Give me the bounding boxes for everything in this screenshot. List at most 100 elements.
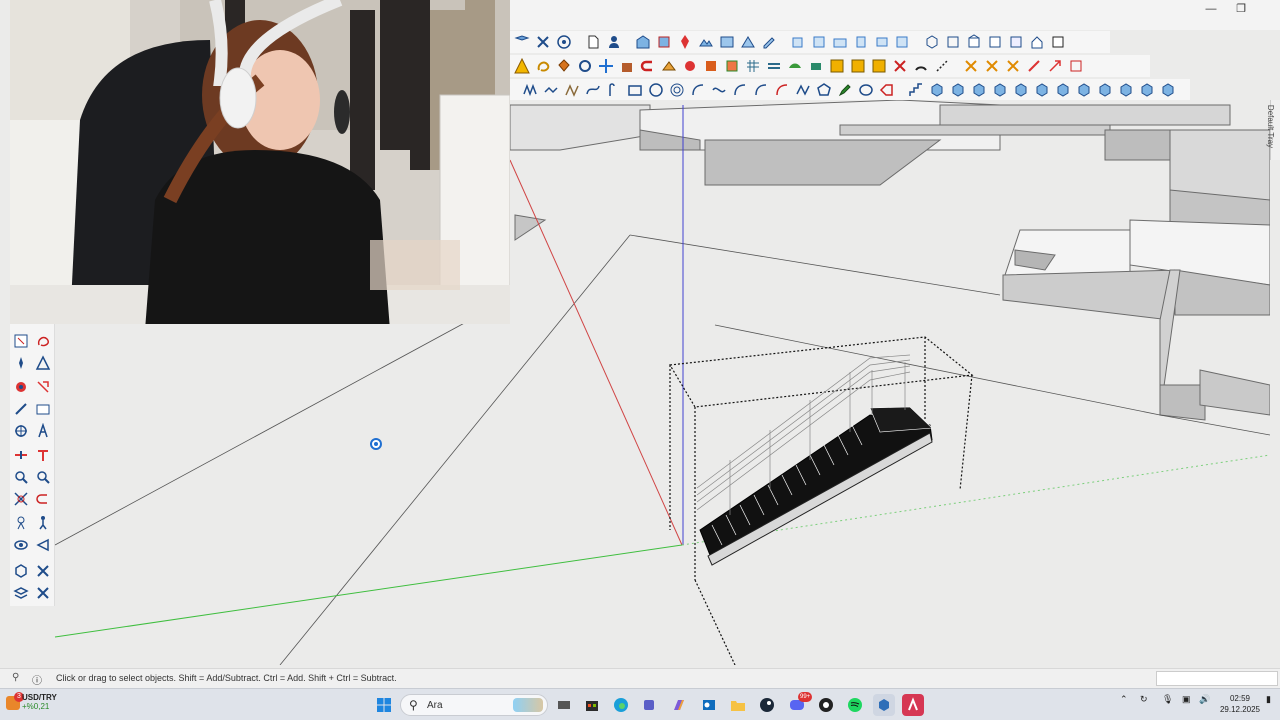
cube-9-icon[interactable] xyxy=(1095,81,1114,100)
hidden-line-icon[interactable] xyxy=(964,33,983,52)
show-hidden-icons[interactable]: ⌃ xyxy=(1120,694,1128,705)
paint-icon[interactable] xyxy=(12,378,30,396)
match-photo-icon[interactable] xyxy=(738,33,757,52)
eraser-icon[interactable] xyxy=(12,354,30,372)
explode-icon[interactable] xyxy=(890,57,909,76)
trim-icon[interactable] xyxy=(1045,57,1064,76)
arc-icon[interactable] xyxy=(688,81,707,100)
outlook-icon[interactable] xyxy=(698,694,720,716)
sandbox-smoove-icon[interactable] xyxy=(785,57,804,76)
pencil-icon[interactable] xyxy=(835,81,854,100)
scale-icon[interactable] xyxy=(701,57,720,76)
components-icon[interactable] xyxy=(12,562,30,580)
back-view-icon[interactable] xyxy=(872,33,891,52)
volume-icon[interactable]: 🔊 xyxy=(1199,694,1210,705)
extension-icon[interactable] xyxy=(654,33,673,52)
polygon-icon[interactable] xyxy=(814,81,833,100)
polyline-icon[interactable] xyxy=(562,81,581,100)
steam-icon[interactable] xyxy=(756,694,778,716)
copilot-icon[interactable] xyxy=(668,694,690,716)
cube-5-icon[interactable] xyxy=(1011,81,1030,100)
divide-icon[interactable] xyxy=(932,57,951,76)
select-tool-icon[interactable] xyxy=(12,332,30,350)
house-icon[interactable] xyxy=(1027,33,1046,52)
walk-icon[interactable] xyxy=(34,514,52,532)
position-camera-icon[interactable] xyxy=(12,514,30,532)
right-view-icon[interactable] xyxy=(851,33,870,52)
cube-4-icon[interactable] xyxy=(990,81,1009,100)
user-icon[interactable] xyxy=(604,33,623,52)
zigzag-icon[interactable] xyxy=(541,81,560,100)
text-tool-icon[interactable] xyxy=(34,422,52,440)
intersect-icon[interactable] xyxy=(982,57,1001,76)
section-tool-icon[interactable] xyxy=(34,536,52,554)
zoom-window-icon[interactable] xyxy=(34,468,52,486)
protractor-icon[interactable] xyxy=(12,422,30,440)
rectangle-tool-icon[interactable] xyxy=(625,81,644,100)
curve-icon[interactable] xyxy=(709,81,728,100)
spiral-icon[interactable] xyxy=(667,81,686,100)
photo-texture-icon[interactable] xyxy=(717,33,736,52)
edit-photo-icon[interactable] xyxy=(759,33,778,52)
weld-icon[interactable] xyxy=(961,57,980,76)
geo-location-icon[interactable]: ⚲ xyxy=(12,672,24,684)
sandbox-contours-icon[interactable] xyxy=(764,57,783,76)
notifications-icon[interactable]: ▮ xyxy=(1266,694,1271,705)
warehouse-icon[interactable] xyxy=(633,33,652,52)
teams-icon[interactable] xyxy=(639,694,661,716)
tape-measure-icon[interactable] xyxy=(12,400,30,418)
rotate-icon[interactable] xyxy=(680,57,699,76)
xray-icon[interactable] xyxy=(922,33,941,52)
cube-11-icon[interactable] xyxy=(1137,81,1156,100)
push-pull-icon[interactable] xyxy=(617,57,636,76)
cube-6-icon[interactable] xyxy=(1032,81,1051,100)
store-icon[interactable] xyxy=(581,694,603,716)
zoom-extents-icon[interactable] xyxy=(12,490,30,508)
lasso-select-icon[interactable] xyxy=(34,332,52,350)
left-view-icon[interactable] xyxy=(893,33,912,52)
pie-icon[interactable] xyxy=(772,81,791,100)
split-icon[interactable] xyxy=(1003,57,1022,76)
sandbox-grid-icon[interactable] xyxy=(743,57,762,76)
ellipse-icon[interactable] xyxy=(856,81,875,100)
arc-2pt-icon[interactable] xyxy=(730,81,749,100)
warning-triangle-icon[interactable] xyxy=(34,354,52,372)
task-view-icon[interactable] xyxy=(553,694,575,716)
monochrome-icon[interactable] xyxy=(1048,33,1067,52)
spotify-icon[interactable] xyxy=(844,694,866,716)
iso-view-icon[interactable] xyxy=(788,33,807,52)
windows-start-icon[interactable] xyxy=(373,694,395,716)
front-view-icon[interactable] xyxy=(830,33,849,52)
adobe-app-icon[interactable] xyxy=(902,694,924,716)
file-explorer-icon[interactable] xyxy=(727,694,749,716)
wireframe-icon[interactable] xyxy=(943,33,962,52)
network-icon[interactable]: ▣ xyxy=(1182,694,1191,705)
obs-icon[interactable] xyxy=(815,694,837,716)
restore-icon[interactable]: ❐ xyxy=(1226,2,1256,16)
cube-1-icon[interactable] xyxy=(927,81,946,100)
cube-3-icon[interactable] xyxy=(969,81,988,100)
solid-tools-icon[interactable] xyxy=(722,57,741,76)
axes-tool-icon[interactable] xyxy=(12,446,30,464)
spline-icon[interactable] xyxy=(604,81,623,100)
shaded-textures-icon[interactable] xyxy=(1006,33,1025,52)
dimension-icon[interactable] xyxy=(34,400,52,418)
move-icon[interactable] xyxy=(596,57,615,76)
line-tool-icon[interactable] xyxy=(793,81,812,100)
sketchup-taskbar-icon[interactable] xyxy=(873,694,895,716)
add-location-icon[interactable] xyxy=(675,33,694,52)
sandbox-drape-icon[interactable] xyxy=(827,57,846,76)
freehand-icon[interactable] xyxy=(520,81,539,100)
follow-me-icon[interactable] xyxy=(638,57,657,76)
sandbox-detail-icon[interactable] xyxy=(848,57,867,76)
taskbar-clock[interactable]: 02:59 29.12.2025 xyxy=(1216,693,1264,715)
extend-icon[interactable] xyxy=(1024,57,1043,76)
toggle-terrain-icon[interactable] xyxy=(696,33,715,52)
offset-icon[interactable] xyxy=(659,57,678,76)
minimize-icon[interactable]: — xyxy=(1196,2,1226,16)
layers-icon[interactable] xyxy=(12,584,30,602)
shaded-icon[interactable] xyxy=(985,33,1004,52)
move-tool-icon[interactable] xyxy=(34,378,52,396)
previous-view-icon[interactable] xyxy=(34,490,52,508)
bezier-icon[interactable] xyxy=(583,81,602,100)
